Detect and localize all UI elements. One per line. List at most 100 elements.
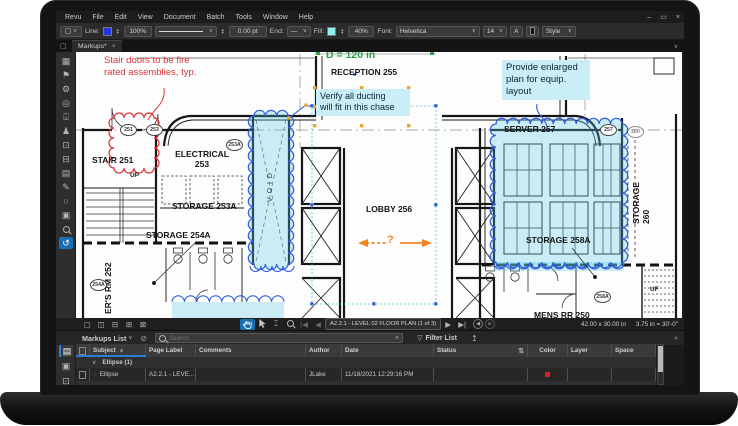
tool-chest-icon[interactable]: ⌺ [59, 111, 73, 123]
status-sort-icon[interactable]: ⇅ [518, 347, 524, 355]
bookmarks-icon[interactable]: ⚑ [59, 69, 73, 81]
verify-note-markup[interactable]: Verify all ducting will fit in this chas… [316, 89, 410, 116]
sets-icon[interactable]: ⊡ [59, 139, 73, 151]
next-view-icon[interactable]: ▶ [485, 319, 495, 329]
group-collapse-caret[interactable]: ∨ [92, 359, 96, 366]
data-tool-icon[interactable]: ↺ [59, 237, 73, 249]
drawing-canvas[interactable]: D = 120 in RECEPTION 255 Stair doors to … [76, 52, 682, 318]
menu-revu[interactable]: Revu [65, 14, 81, 21]
panel-toggle-icon[interactable]: ▢ [60, 42, 67, 50]
stroke-width-value[interactable]: 0.00 pt [229, 26, 267, 37]
menu-help[interactable]: Help [299, 14, 313, 21]
search-icon[interactable] [59, 223, 73, 235]
line-style-dropdown[interactable]: ∨ [155, 26, 217, 37]
stroke-width-stepper[interactable]: ▴▾ [220, 28, 226, 35]
previous-view-icon[interactable]: ◀ [473, 319, 483, 329]
tab-overflow-caret[interactable]: ∨ [674, 43, 678, 50]
select-tool-button[interactable]: ▢∨ [60, 26, 82, 37]
style-dropdown[interactable]: Style∨ [542, 26, 576, 37]
zoom-tool-icon[interactable] [283, 320, 297, 329]
menu-document[interactable]: Document [164, 14, 196, 21]
row-checkbox[interactable] [79, 371, 86, 379]
filter-funnel-icon[interactable]: ▽ [417, 334, 422, 342]
layers-icon[interactable]: ◎ [59, 97, 73, 109]
menu-tools[interactable]: Tools [236, 14, 252, 21]
provide-note-markup[interactable]: Provide enlarged plan for equip. layout [502, 60, 590, 100]
font-size-dropdown[interactable]: 14∨ [483, 26, 507, 37]
select-cursor-icon[interactable] [255, 319, 269, 330]
highlight-strip-left[interactable] [172, 302, 284, 318]
pan-tool-button[interactable] [240, 319, 255, 330]
multi-window-icon[interactable]: ⊞ [122, 320, 136, 329]
search-box[interactable]: × [155, 333, 403, 343]
file-access-icon[interactable]: ⚙ [59, 83, 73, 95]
markups-list-tab-icon[interactable]: ▤ [59, 345, 73, 357]
cloud-edge-left-strip[interactable] [172, 296, 284, 302]
markups-icon[interactable]: ▤ [59, 167, 73, 179]
menu-batch[interactable]: Batch [207, 14, 225, 21]
tab-close-icon[interactable]: × [112, 43, 116, 50]
markups-list-title[interactable]: Markups List [82, 334, 126, 343]
stamps-icon[interactable]: ▣ [59, 209, 73, 221]
line-opacity-stepper[interactable]: ▴▾ [115, 28, 121, 35]
red-text-markup[interactable]: Stair doors to be fire rated assemblies,… [104, 55, 196, 80]
close-button[interactable]: × [676, 14, 680, 21]
line-opacity-value[interactable]: 100% [124, 26, 152, 37]
first-page-icon[interactable]: |◀ [297, 320, 311, 329]
font-color-button[interactable]: A [510, 26, 523, 37]
clear-search-icon[interactable]: × [395, 335, 399, 342]
single-page-view-icon[interactable]: ▢ [80, 320, 94, 329]
menu-view[interactable]: View [138, 14, 153, 21]
fit-page-icon[interactable]: ⊠ [136, 320, 150, 329]
column-date[interactable]: Date [342, 344, 434, 357]
row-color-cell[interactable] [528, 368, 568, 381]
summary-export-icon[interactable]: ⊡ [59, 375, 73, 385]
line-end-dropdown[interactable]: —∨ [287, 26, 311, 37]
question-mark-label[interactable]: ? [387, 234, 394, 247]
minimize-button[interactable]: – [647, 14, 651, 21]
column-layer[interactable]: Layer [568, 344, 612, 357]
restore-button[interactable]: ▭ [660, 13, 667, 21]
red-note-leader[interactable] [148, 88, 164, 120]
shapes-icon[interactable]: ○ [59, 195, 73, 207]
column-comments[interactable]: Comments [196, 344, 306, 357]
font-dropdown[interactable]: Helvetica∨ [396, 26, 480, 37]
line-color-swatch[interactable] [103, 27, 112, 36]
menu-file[interactable]: File [92, 14, 103, 21]
column-space[interactable]: Space [612, 344, 656, 357]
text-select-icon[interactable]: ⌶ [269, 319, 283, 329]
export-share-icon[interactable]: ↥ [471, 334, 478, 343]
panel-collapse-icon[interactable]: » [674, 335, 678, 342]
tab-markups[interactable]: Markups* × [72, 40, 122, 52]
fill-opacity-stepper[interactable]: ▴▾ [339, 28, 345, 35]
column-color[interactable]: Color [528, 344, 568, 357]
studio-icon[interactable]: ♟ [59, 125, 73, 137]
fill-opacity-value[interactable]: 40% [348, 26, 374, 37]
measurements-icon[interactable]: ⊟ [59, 153, 73, 165]
thumbnails-icon[interactable]: ▦ [59, 55, 73, 67]
dimension-text[interactable]: D = 120 in [326, 52, 375, 61]
question-arrow-markup[interactable] [358, 239, 432, 247]
next-page-icon[interactable]: ▶ [441, 320, 455, 329]
text-highlight-button[interactable] [526, 26, 539, 37]
filter-list-button[interactable]: Filter List [425, 335, 457, 342]
capture-media-icon[interactable]: ▣ [59, 360, 73, 372]
search-input[interactable] [169, 335, 392, 342]
signatures-icon[interactable]: ✎ [59, 181, 73, 193]
last-page-icon[interactable]: ▶| [455, 320, 469, 329]
column-page-label[interactable]: Page Label [146, 344, 196, 357]
leader-handle-2[interactable] [287, 116, 290, 119]
previous-page-icon[interactable]: ◀ [311, 320, 325, 329]
menu-window[interactable]: Window [263, 14, 288, 21]
markups-list-caret-icon[interactable]: ∨ [128, 335, 132, 341]
split-horizontal-icon[interactable]: ⊟ [108, 320, 122, 329]
split-vertical-icon[interactable]: ◫ [94, 320, 108, 329]
page-label-box[interactable]: A2.2.1 - LEVEL 02 FLOOR PLAN (1 of 3) [325, 318, 441, 330]
menu-edit[interactable]: Edit [115, 14, 127, 21]
column-author[interactable]: Author [306, 344, 342, 357]
hide-markups-icon[interactable]: ⊘ [140, 334, 147, 343]
leader-handle-1[interactable] [304, 103, 307, 106]
fill-color-swatch[interactable] [327, 27, 336, 36]
markup-row-ellipse[interactable]: ○Ellipse A2.2.1 - LEVE... JLake 11/18/20… [76, 368, 656, 382]
table-scrollbar-thumb[interactable] [658, 346, 663, 372]
